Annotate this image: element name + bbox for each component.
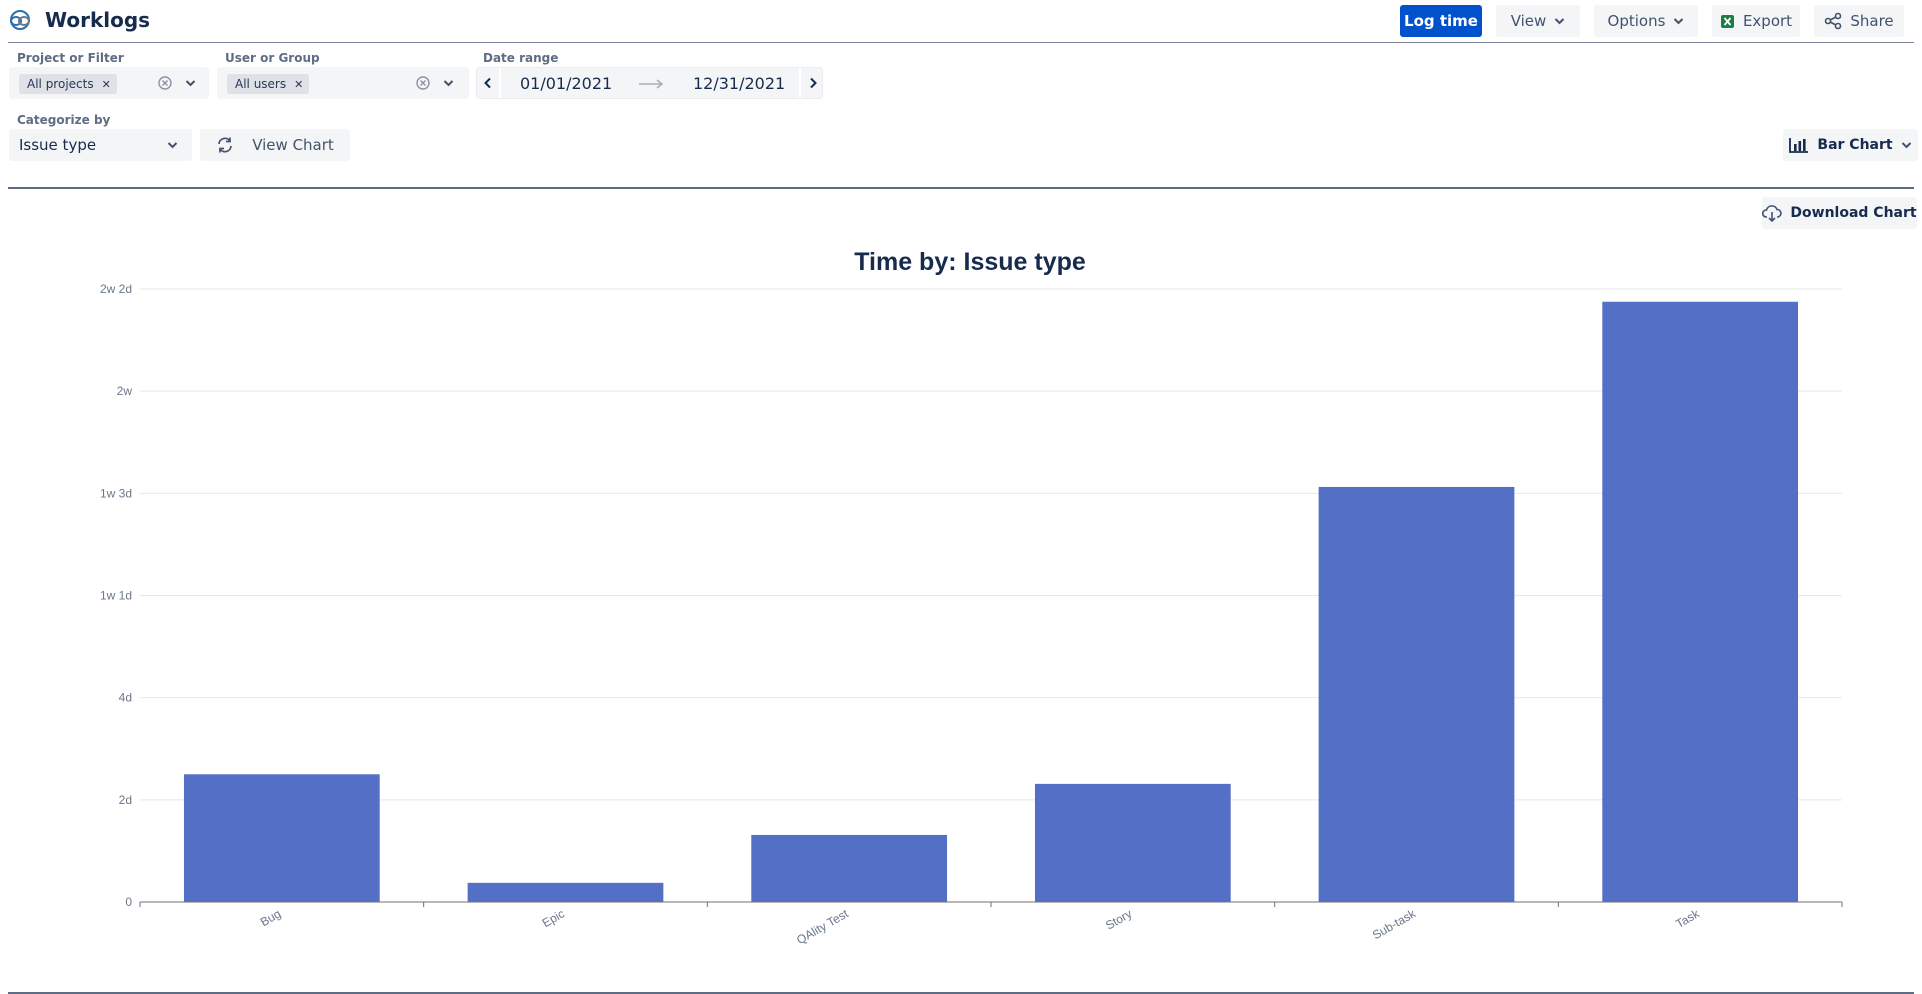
options-label: Options: [1607, 12, 1666, 30]
user-filter-label: User or Group: [225, 51, 320, 65]
y-tick-label: 2d: [119, 793, 132, 807]
app-logo-icon: [10, 10, 30, 30]
cloud-download-icon: [1762, 205, 1783, 222]
download-chart-button[interactable]: Download Chart: [1762, 197, 1917, 229]
chevron-down-icon[interactable]: [185, 79, 196, 87]
x-tick-label: Bug: [258, 906, 283, 929]
project-filter-label: Project or Filter: [17, 51, 124, 65]
log-time-label: Log time: [1404, 12, 1478, 30]
bar-qality-test: [751, 834, 948, 902]
export-label: Export: [1742, 12, 1793, 30]
remove-tag-icon[interactable]: ✕: [102, 78, 111, 91]
section-divider: [8, 187, 1914, 189]
share-icon: [1825, 12, 1842, 30]
date-range-label: Date range: [483, 51, 559, 65]
categorize-select[interactable]: Issue type: [9, 129, 192, 161]
view-chart-label: View Chart: [252, 136, 334, 154]
y-tick-label: 0: [125, 895, 132, 909]
page-title: Worklogs: [45, 8, 151, 32]
log-time-button[interactable]: Log time: [1400, 5, 1482, 37]
chevron-down-icon: [1555, 18, 1565, 25]
share-label: Share: [1850, 12, 1894, 30]
project-filter-select[interactable]: All projects ✕: [9, 67, 209, 99]
view-chart-button[interactable]: View Chart: [200, 129, 350, 161]
categorize-label: Categorize by: [17, 113, 111, 127]
previous-period-icon[interactable]: [483, 77, 493, 89]
view-label: View: [1510, 12, 1547, 30]
bar-chart: 0 2d 4d 1w 1d 1w 3d 2w 2w 2d Bug Epic QAlity Test…: [100, 282, 1843, 947]
chevron-down-icon[interactable]: [443, 79, 454, 87]
date-divider: [499, 68, 501, 98]
user-filter-select[interactable]: All users ✕: [217, 67, 469, 99]
options-dropdown-button[interactable]: Options: [1594, 5, 1698, 37]
x-tick-label: Epic: [540, 906, 567, 930]
view-dropdown-button[interactable]: View: [1496, 5, 1580, 37]
download-chart-label: Download Chart: [1790, 205, 1917, 221]
date-range-picker: 01/01/2021 12/31/2021: [476, 67, 823, 99]
header-divider: [8, 42, 1914, 43]
chevron-down-icon: [167, 142, 178, 149]
date-from-input[interactable]: 01/01/2021: [520, 74, 612, 93]
x-tick-label: Sub-task: [1370, 906, 1419, 942]
share-button[interactable]: Share: [1814, 5, 1904, 37]
bar-epic: [467, 882, 664, 902]
bar-bug: [183, 774, 380, 902]
clear-icon[interactable]: [158, 76, 172, 90]
user-tag: All users ✕: [227, 74, 310, 94]
arrow-right-icon: [639, 79, 664, 89]
export-button[interactable]: Export: [1712, 5, 1800, 37]
project-tag: All projects ✕: [19, 74, 117, 94]
chart-type-label: Bar Chart: [1817, 137, 1893, 153]
chevron-down-icon: [1901, 142, 1911, 149]
bar-task: [1602, 301, 1799, 902]
date-to-input[interactable]: 12/31/2021: [693, 74, 785, 93]
chart-type-dropdown[interactable]: Bar Chart: [1783, 129, 1918, 161]
bar-sub-task: [1318, 486, 1515, 902]
bar-story: [1034, 783, 1231, 902]
date-divider: [799, 68, 801, 98]
categorize-value: Issue type: [19, 136, 97, 154]
x-tick-label: QAlity Test: [794, 906, 851, 947]
x-tick-label: Task: [1673, 906, 1702, 931]
chevron-down-icon: [1674, 18, 1684, 25]
remove-tag-icon[interactable]: ✕: [294, 78, 303, 91]
excel-icon: [1720, 14, 1734, 28]
y-tick-label: 1w 3d: [100, 486, 132, 500]
clear-icon[interactable]: [416, 76, 430, 90]
x-tick-label: Story: [1103, 906, 1134, 932]
y-tick-label: 4d: [119, 691, 132, 705]
y-tick-label: 1w 1d: [100, 589, 132, 603]
y-tick-label: 2w 2d: [100, 282, 132, 296]
refresh-icon: [218, 137, 233, 153]
next-period-icon[interactable]: [808, 77, 818, 89]
project-tag-label: All projects: [27, 77, 94, 91]
y-tick-label: 2w: [117, 384, 133, 398]
user-tag-label: All users: [235, 77, 287, 91]
bar-chart-icon: [1789, 138, 1809, 153]
